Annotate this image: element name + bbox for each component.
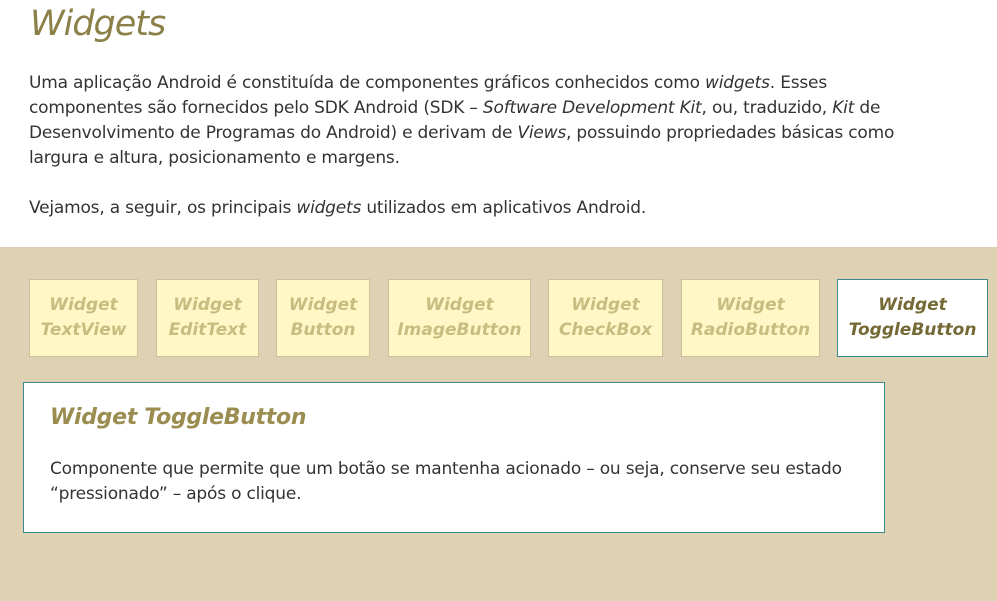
tab-label: Widget CheckBox [559,293,652,343]
intro-text-emphasis: widgets [705,73,770,93]
tab-label: Widget TextView [41,293,127,343]
tab-label-line2: ImageButton [397,320,522,340]
intro-text-emphasis: Software Development Kit [482,98,702,118]
tab-edittext[interactable]: Widget EditText [156,279,259,357]
tab-label: Widget ToggleButton [849,293,977,343]
tab-label-line2: ToggleButton [848,320,977,340]
tab-checkbox[interactable]: Widget CheckBox [548,279,663,357]
tab-label-line1: Widget [571,295,640,315]
tab-radiobutton[interactable]: Widget RadioButton [681,279,820,357]
tab-label-line2: CheckBox [558,320,653,340]
intro-text-emphasis: Views [517,123,566,143]
intro-text-emphasis: Kit [832,98,855,118]
intro-section: Widgets Uma aplicação Android é constitu… [0,0,997,247]
tab-label-line2: TextView [40,320,127,340]
intro-text-emphasis: widgets [296,198,362,218]
tab-label-line1: Widget [425,295,494,315]
intro-text-segment: , ou, traduzido, [701,98,833,118]
tab-label: Widget EditText [169,293,247,343]
tab-label-line1: Widget [173,295,242,315]
tab-button[interactable]: Widget Button [276,279,370,357]
intro-text-segment: Uma aplicação Android é constituída de c… [29,73,705,93]
intro-paragraph-2: Vejamos, a seguir, os principais widgets… [29,196,899,221]
tab-label-line2: EditText [168,320,247,340]
tab-label: Widget RadioButton [691,293,810,343]
tab-imagebutton[interactable]: Widget ImageButton [388,279,531,357]
tab-textview[interactable]: Widget TextView [29,279,138,357]
intro-paragraph-1: Uma aplicação Android é constituída de c… [29,71,899,171]
tab-togglebutton[interactable]: Widget ToggleButton [837,279,988,357]
page-title: Widgets [30,4,166,44]
intro-text: Uma aplicação Android é constituída de c… [29,71,899,221]
tab-label: Widget ImageButton [397,293,521,343]
tab-label-line2: RadioButton [690,320,811,340]
intro-text-segment: utilizados em aplicativos Android. [361,198,647,218]
panel-title: Widget ToggleButton [50,405,307,430]
tab-label-line1: Widget [288,295,358,315]
tab-label-line1: Widget [716,295,785,315]
tab-label: Widget Button [289,293,358,343]
panel-description: Componente que permite que um botão se m… [50,459,842,504]
intro-text-segment: Vejamos, a seguir, os principais [29,198,297,218]
tab-label-line1: Widget [49,295,118,315]
tab-content-panel: Widget ToggleButton Componente que permi… [23,382,885,533]
tab-label-line2: Button [290,320,356,340]
tab-label-line1: Widget [878,295,947,315]
